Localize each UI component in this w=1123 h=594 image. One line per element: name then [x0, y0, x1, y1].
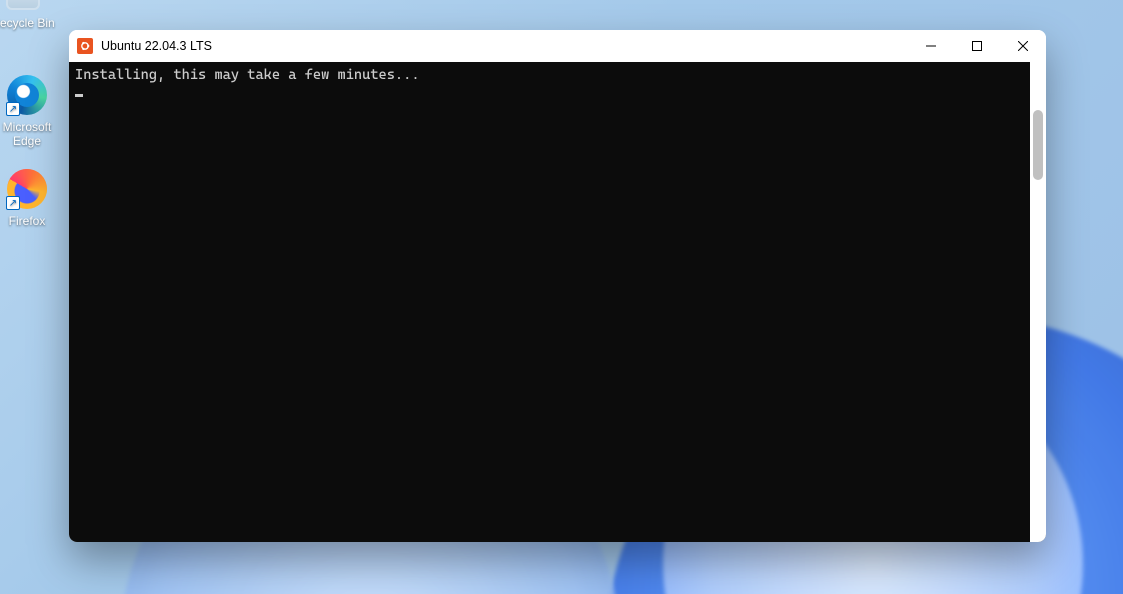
ubuntu-icon — [77, 38, 93, 54]
desktop-icon-label: Microsoft Edge — [0, 120, 64, 148]
desktop-icon-firefox[interactable]: ↗ Firefox — [0, 168, 64, 228]
close-button[interactable] — [1000, 30, 1046, 62]
shortcut-arrow-icon: ↗ — [6, 102, 20, 116]
titlebar[interactable]: Ubuntu 22.04.3 LTS — [69, 30, 1046, 62]
desktop-icon-recycle-bin[interactable]: Recycle Bin — [0, 0, 60, 30]
desktop-icon-label: Firefox — [9, 214, 46, 228]
terminal-cursor — [75, 94, 83, 97]
minimize-button[interactable] — [908, 30, 954, 62]
terminal-window: Ubuntu 22.04.3 LTS Installing, this may … — [69, 30, 1046, 542]
window-title: Ubuntu 22.04.3 LTS — [101, 39, 212, 53]
desktop-icon-label: Recycle Bin — [0, 16, 55, 30]
firefox-icon: ↗ — [6, 168, 48, 210]
scrollbar-thumb[interactable] — [1033, 110, 1043, 180]
desktop: Recycle Bin ↗ Microsoft Edge ↗ Firefox — [0, 0, 1123, 594]
scrollbar[interactable] — [1030, 62, 1046, 542]
edge-icon: ↗ — [6, 74, 48, 116]
maximize-button[interactable] — [954, 30, 1000, 62]
recycle-bin-icon — [2, 0, 44, 12]
terminal-area[interactable]: Installing, this may take a few minutes.… — [69, 62, 1046, 542]
shortcut-arrow-icon: ↗ — [6, 196, 20, 210]
desktop-icon-microsoft-edge[interactable]: ↗ Microsoft Edge — [0, 74, 64, 148]
terminal-line: Installing, this may take a few minutes.… — [75, 66, 1040, 84]
